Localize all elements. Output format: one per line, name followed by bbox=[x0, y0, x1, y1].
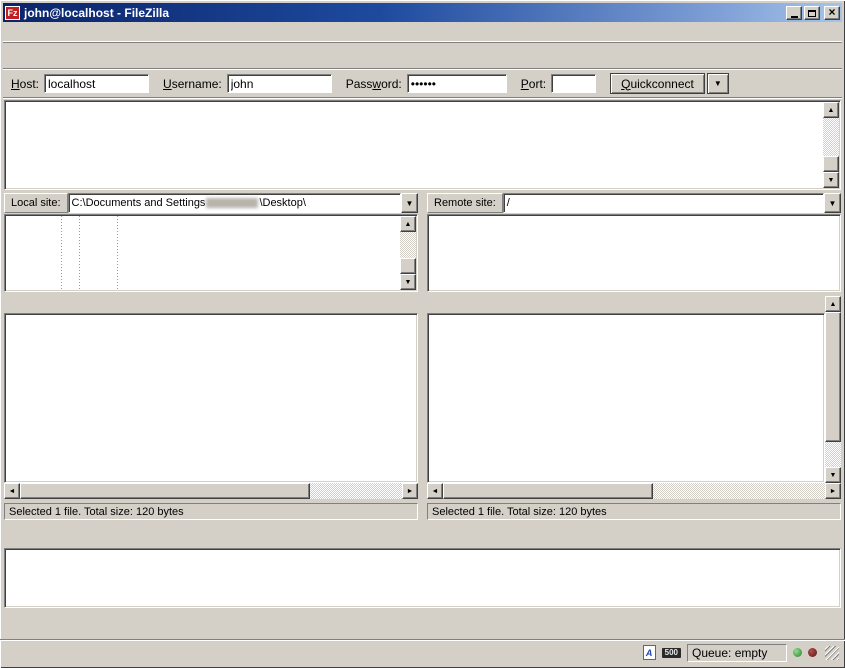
quickconnect-button[interactable]: Quickconnect bbox=[610, 73, 705, 94]
local-path-dropdown-icon[interactable]: ▼ bbox=[401, 193, 418, 213]
local-path-prefix: C:\Documents and Settings bbox=[72, 197, 206, 209]
title-bar[interactable]: Fz john@localhost - FileZilla × bbox=[3, 3, 842, 22]
local-list-hscrollbar[interactable]: ◄ ► bbox=[4, 483, 418, 499]
local-path-suffix: \Desktop\ bbox=[259, 197, 305, 209]
port-label: Port: bbox=[521, 77, 546, 91]
quickconnect-bar: Host: Username: Password: Port: Quickcon… bbox=[3, 70, 842, 98]
close-button[interactable]: × bbox=[824, 6, 840, 20]
transfer-type-ascii-icon[interactable]: A bbox=[643, 645, 656, 660]
scroll-right-icon[interactable]: ► bbox=[402, 483, 418, 499]
remote-status-text: Selected 1 file. Total size: 120 bytes bbox=[427, 503, 841, 520]
remote-path-combo[interactable]: / bbox=[503, 193, 824, 213]
remote-file-list bbox=[427, 313, 825, 483]
message-log: ▲ ▼ bbox=[4, 100, 841, 190]
maximize-icon bbox=[808, 10, 816, 17]
password-input[interactable] bbox=[407, 74, 507, 93]
scroll-up-icon[interactable]: ▲ bbox=[823, 102, 839, 118]
scroll-right-icon[interactable]: ► bbox=[825, 483, 841, 499]
activity-led-red-icon bbox=[808, 648, 817, 657]
remote-list-header bbox=[427, 296, 825, 313]
scroll-down-icon[interactable]: ▼ bbox=[823, 172, 839, 188]
scroll-left-icon[interactable]: ◄ bbox=[427, 483, 443, 499]
resize-grip[interactable] bbox=[825, 646, 839, 660]
host-input[interactable] bbox=[44, 74, 149, 93]
message-log-lines bbox=[6, 102, 823, 188]
host-label: Host: bbox=[11, 77, 39, 91]
remote-site-bar: Remote site: / ▼ bbox=[427, 193, 841, 213]
scroll-up-icon[interactable]: ▲ bbox=[825, 296, 841, 312]
redacted-username bbox=[206, 198, 258, 208]
remote-site-label: Remote site: bbox=[427, 193, 503, 213]
minimize-icon bbox=[791, 16, 798, 18]
scroll-up-icon[interactable]: ▲ bbox=[400, 216, 416, 232]
remote-tree-body bbox=[429, 216, 839, 290]
filezilla-logo-icon: Fz bbox=[5, 6, 20, 20]
port-input[interactable] bbox=[551, 74, 596, 93]
toolbar bbox=[3, 42, 842, 69]
queue-list bbox=[4, 548, 841, 608]
local-list-header bbox=[4, 296, 418, 313]
menu-bar bbox=[3, 22, 842, 42]
scroll-down-icon[interactable]: ▼ bbox=[825, 467, 841, 483]
remote-path-value: / bbox=[507, 197, 510, 209]
message-log-scrollbar[interactable]: ▲ ▼ bbox=[823, 102, 839, 188]
activity-led-green-icon bbox=[793, 648, 802, 657]
local-tree-body bbox=[6, 216, 400, 290]
queue-status-text: Queue: empty bbox=[687, 644, 787, 662]
local-file-list bbox=[4, 313, 418, 483]
queue-header bbox=[4, 530, 841, 548]
remote-list-hscrollbar[interactable]: ◄ ► bbox=[427, 483, 841, 499]
quickconnect-dropdown-icon[interactable]: ▼ bbox=[707, 73, 729, 94]
local-path-combo[interactable]: C:\Documents and Settings \Desktop\ bbox=[68, 193, 401, 213]
speed-limit-icon[interactable]: 500 bbox=[662, 648, 681, 658]
username-input[interactable] bbox=[227, 74, 332, 93]
window-title: john@localhost - FileZilla bbox=[24, 6, 786, 20]
password-label: Password: bbox=[346, 77, 402, 91]
local-site-bar: Local site: C:\Documents and Settings \De… bbox=[4, 193, 418, 213]
remote-path-dropdown-icon[interactable]: ▼ bbox=[824, 193, 841, 213]
maximize-button[interactable] bbox=[804, 6, 820, 20]
local-status-text: Selected 1 file. Total size: 120 bytes bbox=[4, 503, 418, 520]
scroll-down-icon[interactable]: ▼ bbox=[400, 274, 416, 290]
local-site-label: Local site: bbox=[4, 193, 68, 213]
remote-directory-tree bbox=[427, 214, 841, 292]
minimize-button[interactable] bbox=[786, 6, 802, 20]
scroll-left-icon[interactable]: ◄ bbox=[4, 483, 20, 499]
queue-splitter[interactable] bbox=[4, 520, 841, 530]
filezilla-window: Fz john@localhost - FileZilla × Host: Us… bbox=[0, 0, 845, 668]
local-directory-tree: ▲ ▼ bbox=[4, 214, 418, 292]
remote-list-scrollbar[interactable]: ▲ ▼ bbox=[825, 296, 841, 483]
status-bar: A 500 Queue: empty bbox=[0, 639, 845, 665]
local-tree-scrollbar[interactable]: ▲ ▼ bbox=[400, 216, 416, 290]
username-label: Username: bbox=[163, 77, 222, 91]
